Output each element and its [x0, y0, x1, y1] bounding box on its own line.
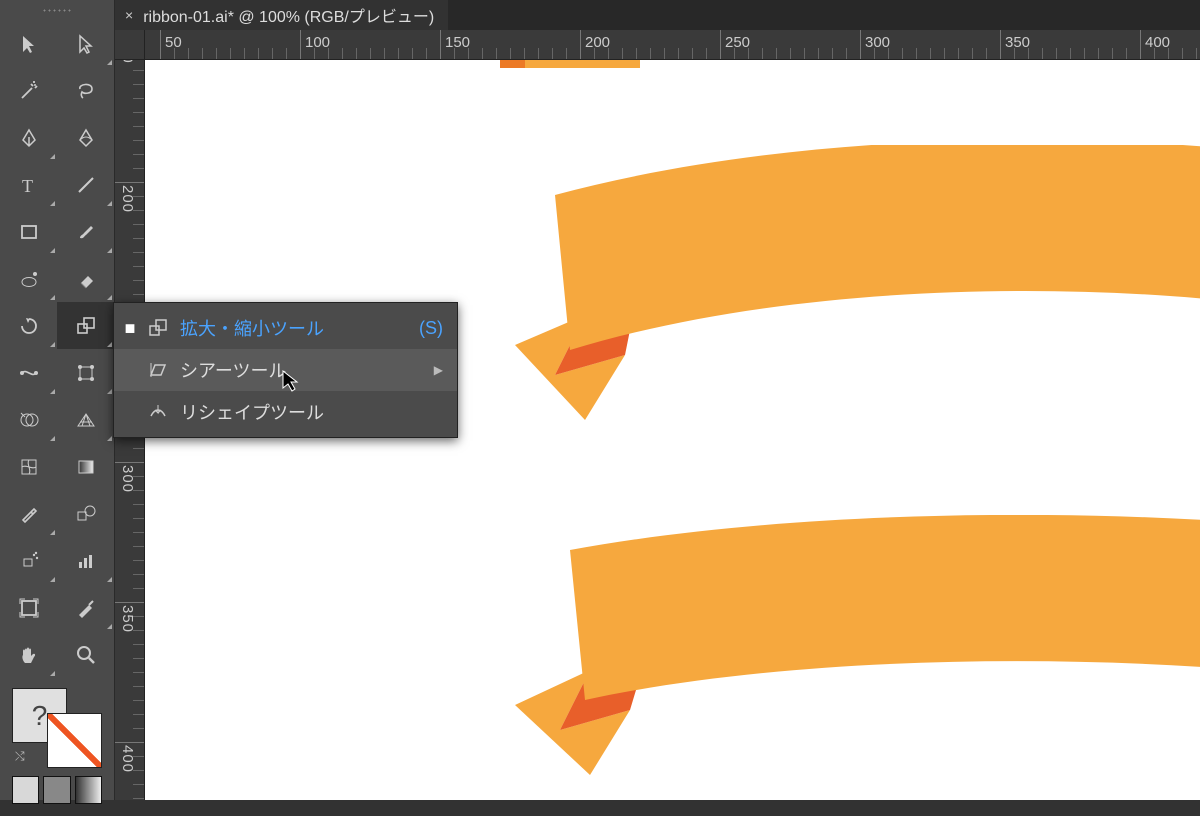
rotate-tool[interactable] — [0, 302, 57, 349]
ruler-h-label: 350 — [1005, 34, 1030, 51]
svg-text:T: T — [22, 176, 33, 196]
ribbon-artwork-upper — [515, 145, 1200, 435]
ruler-h-label: 100 — [305, 34, 330, 51]
blend-tool[interactable] — [57, 490, 114, 537]
magic-wand-tool[interactable] — [0, 67, 57, 114]
flyout-item-shortcut: (S) — [419, 318, 443, 339]
ribbon-artwork-top-peek — [500, 60, 640, 68]
document-tab[interactable]: × ribbon-01.ai* @ 100% (RGB/プレビュー) — [115, 0, 448, 30]
flyout-item-scale[interactable]: ■ 拡大・縮小ツール (S) — [114, 307, 457, 349]
close-tab-icon[interactable]: × — [125, 7, 133, 23]
paintbrush-tool[interactable] — [57, 208, 114, 255]
shape-builder-tool[interactable] — [0, 396, 57, 443]
slice-tool[interactable] — [57, 584, 114, 631]
swap-fill-stroke-icon[interactable]: ⤭ — [15, 749, 31, 765]
ruler-v-label: 300 — [119, 465, 136, 493]
tool-palette: T ? ⤭ — [0, 0, 115, 800]
flyout-item-label: シアーツール — [180, 357, 414, 383]
ruler-v-label: 350 — [119, 605, 136, 633]
flyout-item-label: 拡大・縮小ツール — [180, 315, 409, 341]
rectangle-tool[interactable] — [0, 208, 57, 255]
ruler-h-label: 400 — [1145, 34, 1170, 51]
mesh-tool[interactable] — [0, 443, 57, 490]
flyout-reshape-icon — [146, 402, 170, 422]
scale-tool[interactable] — [57, 302, 114, 349]
artboard-tool[interactable] — [0, 584, 57, 631]
ruler-h-label: 200 — [585, 34, 610, 51]
ribbon-artwork-lower — [515, 515, 1200, 800]
curvature-tool[interactable] — [57, 114, 114, 161]
hand-tool[interactable] — [0, 631, 57, 678]
tool-flyout-menu: ■ 拡大・縮小ツール (S)シアーツール ▶ リシェイプツール — [113, 302, 458, 438]
zoom-tool[interactable] — [57, 631, 114, 678]
ruler-horizontal[interactable]: 50100150200250300350400 — [115, 30, 1200, 60]
palette-drag-handle[interactable] — [0, 0, 114, 20]
fill-stroke-indicator[interactable]: ? ⤭ — [12, 688, 102, 768]
flyout-current-dot-icon: ■ — [124, 318, 136, 339]
ruler-h-label: 300 — [865, 34, 890, 51]
gradient-tool[interactable] — [57, 443, 114, 490]
pen-tool[interactable] — [0, 114, 57, 161]
stroke-swatch[interactable] — [47, 713, 102, 768]
flyout-scale-icon — [146, 318, 170, 338]
eyedropper-tool[interactable] — [0, 490, 57, 537]
direct-selection-tool[interactable] — [57, 20, 114, 67]
symbol-sprayer-tool[interactable] — [0, 537, 57, 584]
ruler-origin[interactable] — [115, 30, 145, 60]
column-graph-tool[interactable] — [57, 537, 114, 584]
type-tool[interactable]: T — [0, 161, 57, 208]
submenu-arrow-icon: ▶ — [434, 363, 443, 377]
ruler-v-label: 400 — [119, 745, 136, 773]
flyout-item-reshape[interactable]: リシェイプツール — [114, 391, 457, 433]
selection-tool[interactable] — [0, 20, 57, 67]
flyout-item-shear[interactable]: シアーツール ▶ — [114, 349, 457, 391]
ruler-v-label: 200 — [119, 185, 136, 213]
color-swatch-area: ? ⤭ — [0, 678, 114, 816]
eraser-tool[interactable] — [57, 255, 114, 302]
color-mode-swatches — [6, 776, 108, 810]
ruler-v-label: 50 — [119, 60, 136, 64]
shaper-tool[interactable] — [0, 255, 57, 302]
width-tool[interactable] — [0, 349, 57, 396]
ruler-h-label: 150 — [445, 34, 470, 51]
flyout-item-label: リシェイプツール — [180, 399, 433, 425]
document-tab-bar: × ribbon-01.ai* @ 100% (RGB/プレビュー) — [115, 0, 1200, 30]
line-segment-tool[interactable] — [57, 161, 114, 208]
free-transform-tool[interactable] — [57, 349, 114, 396]
lasso-tool[interactable] — [57, 67, 114, 114]
document-tab-title: ribbon-01.ai* @ 100% (RGB/プレビュー) — [143, 3, 434, 27]
flyout-shear-icon — [146, 360, 170, 380]
tool-grid: T — [0, 20, 114, 678]
ruler-h-label: 250 — [725, 34, 750, 51]
perspective-grid-tool[interactable] — [57, 396, 114, 443]
